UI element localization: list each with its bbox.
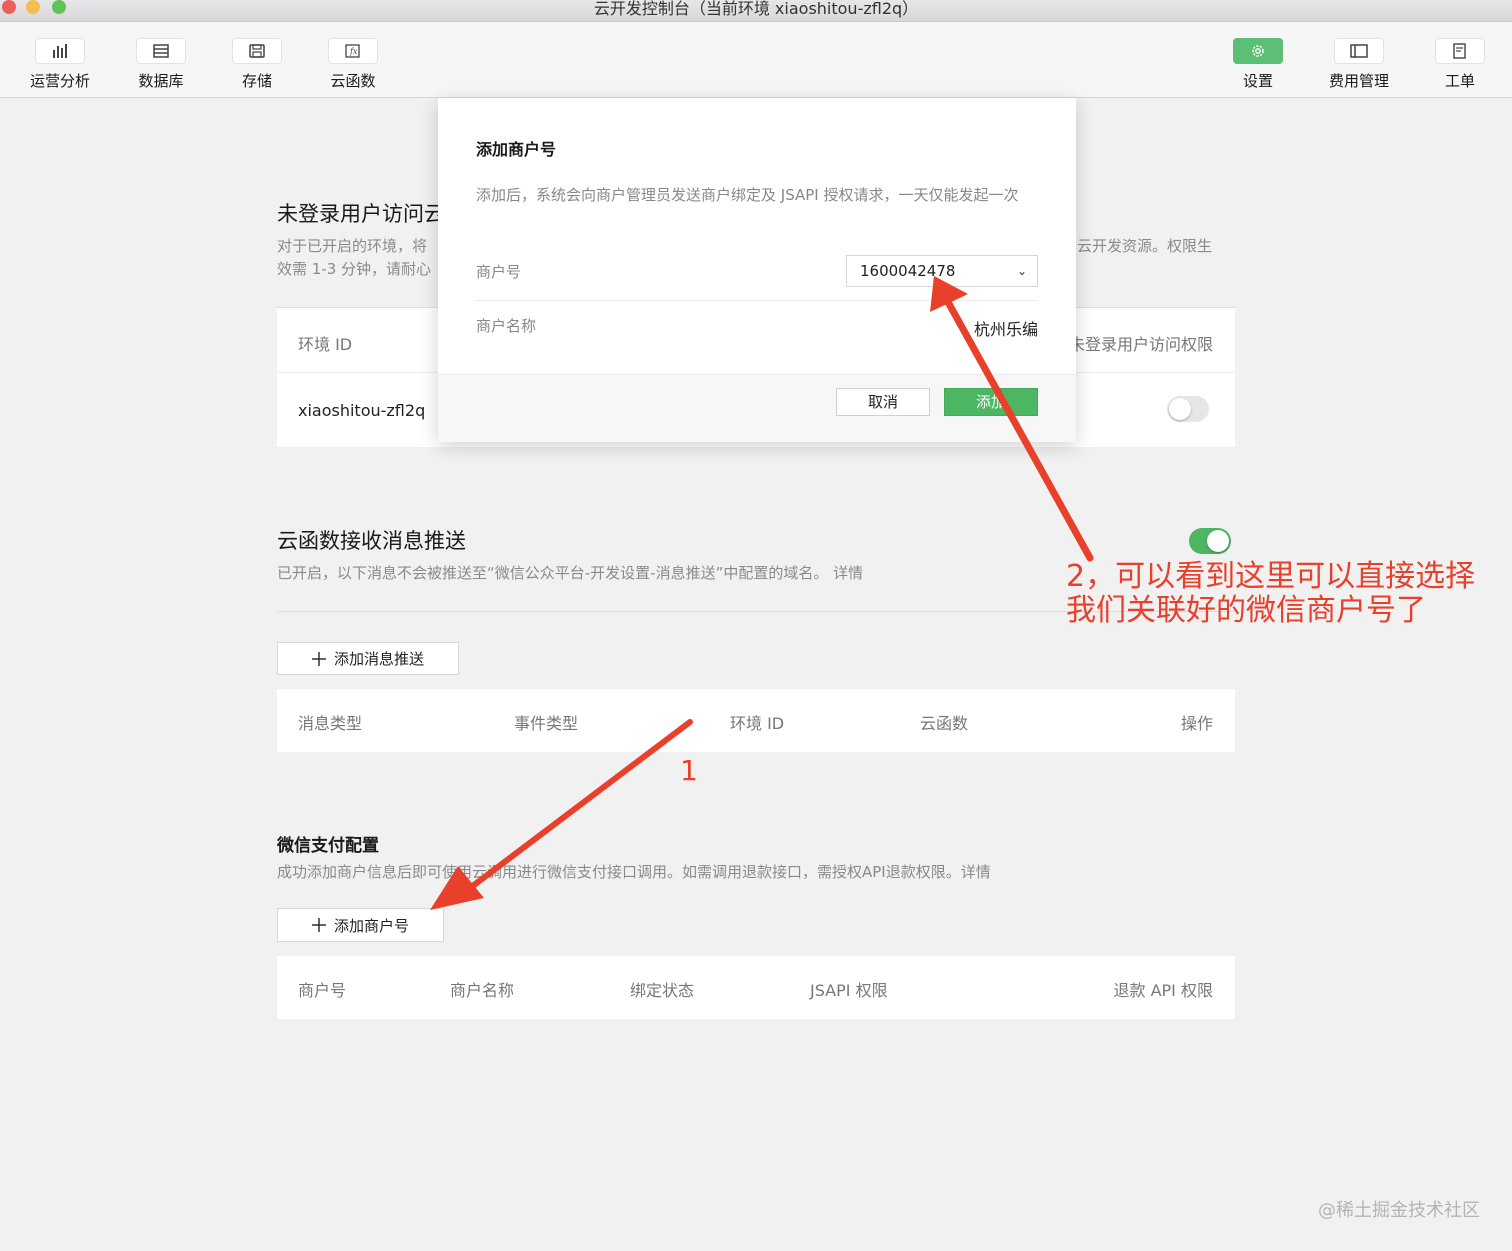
arrow-to-add-merchant-button: [430, 719, 693, 910]
annotation-label-2-line2: 我们关联好的微信商户号了: [1066, 593, 1426, 628]
arrow-to-merchant-select: [930, 276, 1094, 562]
annotation-label-2-line1: 2，可以看到这里可以直接选择: [1066, 559, 1476, 594]
watermark: @稀土掘金技术社区: [1318, 1200, 1480, 1221]
annotation-label-1: 1: [680, 754, 698, 787]
